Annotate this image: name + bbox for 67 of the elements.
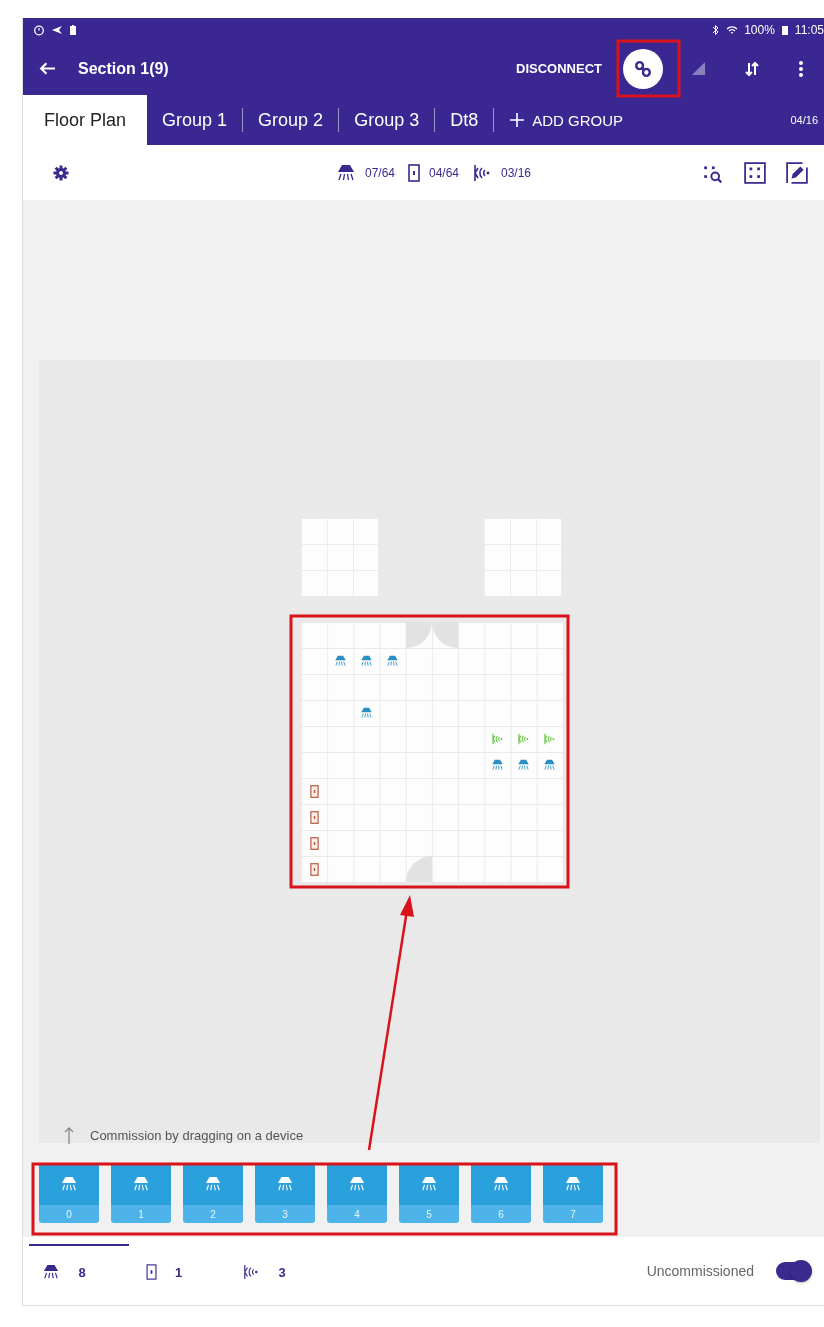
switch-icon[interactable] — [309, 810, 319, 824]
clock-time: 11:05 — [794, 23, 824, 37]
more-menu-icon[interactable] — [798, 59, 804, 78]
tab[interactable]: Group 1 — [147, 95, 243, 145]
back-arrow-icon[interactable] — [39, 60, 56, 77]
hint-text: Commission by dragging on a device — [90, 1127, 304, 1143]
light-fixture-icon — [420, 1176, 438, 1192]
plus-icon — [510, 113, 525, 127]
highlight-box — [616, 39, 681, 98]
light-fixture-icon — [348, 1176, 366, 1192]
light-fixture-icon[interactable] — [386, 655, 400, 667]
light-fixture-icon[interactable] — [490, 759, 504, 771]
switch-icon — [408, 163, 420, 182]
settings-icon[interactable] — [53, 164, 69, 181]
switch-icon[interactable] — [309, 862, 319, 876]
sensor-icon[interactable] — [490, 733, 504, 745]
light-fixture-icon[interactable] — [359, 707, 373, 719]
link-icon — [634, 59, 652, 78]
toggle-switch[interactable] — [776, 1262, 810, 1280]
light-fixture-icon — [564, 1176, 582, 1192]
tab[interactable]: Floor Plan — [23, 95, 148, 145]
sort-icon[interactable] — [744, 60, 760, 77]
battery-icon — [780, 24, 789, 36]
add-group-button[interactable]: ADD GROUP — [494, 95, 640, 145]
battery-percent: 100% — [744, 23, 775, 37]
signal-icon — [691, 61, 706, 76]
switch-icon[interactable] — [309, 836, 319, 850]
device-tab[interactable]: 1 — [129, 1244, 229, 1298]
screen-title: Section 1(9) — [78, 59, 169, 78]
light-fixture-icon — [60, 1176, 78, 1192]
disconnect-button[interactable]: DISCONNECT — [516, 61, 602, 76]
door-icon — [406, 622, 458, 648]
light-fixture-icon — [335, 163, 356, 182]
link-button[interactable] — [623, 48, 663, 89]
device-tab[interactable]: 8 — [29, 1244, 129, 1298]
switch-icon[interactable] — [309, 784, 319, 798]
grid-select-icon[interactable] — [744, 161, 766, 184]
tab[interactable]: Group 3 — [339, 95, 435, 145]
tab[interactable]: Dt8 — [435, 95, 494, 145]
device-count: 03/16 — [501, 165, 532, 180]
timer-icon — [33, 24, 45, 36]
light-fixture-icon[interactable] — [517, 759, 531, 771]
device-count: 04/64 — [429, 165, 459, 180]
send-icon — [51, 24, 63, 36]
light-fixture-icon[interactable] — [359, 655, 373, 667]
light-fixture-icon — [276, 1176, 294, 1192]
filter-label: Uncommissioned — [646, 1263, 754, 1279]
light-fixture-icon — [492, 1176, 510, 1192]
sensor-icon — [472, 163, 492, 182]
sensor-icon[interactable] — [517, 733, 531, 745]
edit-icon[interactable] — [786, 161, 808, 184]
light-fixture-icon — [42, 1264, 61, 1280]
light-fixture-icon[interactable] — [543, 759, 557, 771]
light-fixture-icon[interactable] — [333, 655, 347, 667]
device-tab[interactable]: 3 — [229, 1244, 329, 1298]
device-count: 07/64 — [364, 165, 395, 180]
group-count: 04/16 — [790, 114, 818, 126]
switch-icon — [145, 1264, 157, 1280]
up-arrow-icon — [64, 1126, 74, 1144]
tab[interactable]: Group 2 — [243, 95, 339, 145]
bluetooth-icon — [712, 24, 721, 36]
door-icon — [406, 856, 432, 882]
sensor-icon[interactable] — [543, 733, 557, 745]
light-fixture-icon — [204, 1176, 222, 1192]
light-fixture-icon — [132, 1176, 150, 1192]
wifi-icon — [726, 24, 739, 36]
battery-icon — [69, 24, 77, 36]
